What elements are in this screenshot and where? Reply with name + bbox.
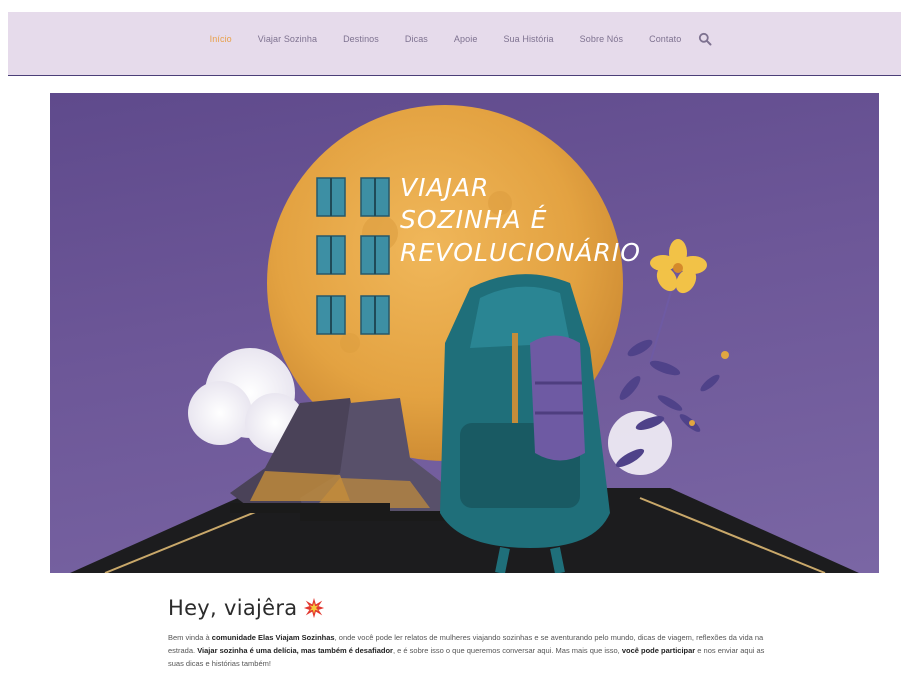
top-navbar: Início Viajar Sozinha Destinos Dicas Apo… bbox=[8, 12, 901, 76]
nav-item-dicas[interactable]: Dicas bbox=[392, 34, 441, 44]
hero-headline-line-2: SOZINHA É bbox=[400, 205, 547, 234]
hero-illustration: VIAJAR SOZINHA É REVOLUCIONÁRIO bbox=[70, 105, 859, 573]
nav-item-sua-historia[interactable]: Sua História bbox=[490, 34, 566, 44]
intro-bold-community: comunidade Elas Viajam Sozinhas bbox=[211, 633, 335, 642]
nav-item-sobre-nos[interactable]: Sobre Nós bbox=[567, 34, 636, 44]
intro-title: Hey, viajêra bbox=[168, 596, 768, 620]
intro-text-3: , e é sobre isso o que queremos conversa… bbox=[392, 646, 622, 655]
nav-item-destinos[interactable]: Destinos bbox=[330, 34, 392, 44]
nav-item-apoie[interactable]: Apoie bbox=[441, 34, 491, 44]
hero-headline-line-3: REVOLUCIONÁRIO bbox=[400, 238, 641, 267]
nav-menu: Início Viajar Sozinha Destinos Dicas Apo… bbox=[8, 30, 901, 48]
intro-bold-participate: você pode participar bbox=[621, 646, 696, 655]
intro-section: Hey, viajêra Bem vinda à comunidade Elas… bbox=[168, 596, 768, 670]
burst-icon bbox=[304, 597, 325, 619]
search-icon[interactable] bbox=[698, 32, 712, 46]
hero-headline-line-1: VIAJAR bbox=[400, 173, 489, 202]
intro-paragraph: Bem vinda à comunidade Elas Viajam Sozin… bbox=[168, 631, 778, 670]
intro-text-1: Bem vinda à bbox=[168, 633, 212, 642]
nav-item-viajar-sozinha[interactable]: Viajar Sozinha bbox=[245, 34, 330, 44]
intro-bold-challenge: Viajar sozinha é uma delícia, mas também… bbox=[197, 646, 393, 655]
nav-item-contato[interactable]: Contato bbox=[636, 34, 694, 44]
nav-item-inicio[interactable]: Início bbox=[197, 34, 245, 44]
intro-title-text: Hey, viajêra bbox=[168, 596, 298, 620]
hero-banner: VIAJAR SOZINHA É REVOLUCIONÁRIO bbox=[50, 93, 879, 573]
